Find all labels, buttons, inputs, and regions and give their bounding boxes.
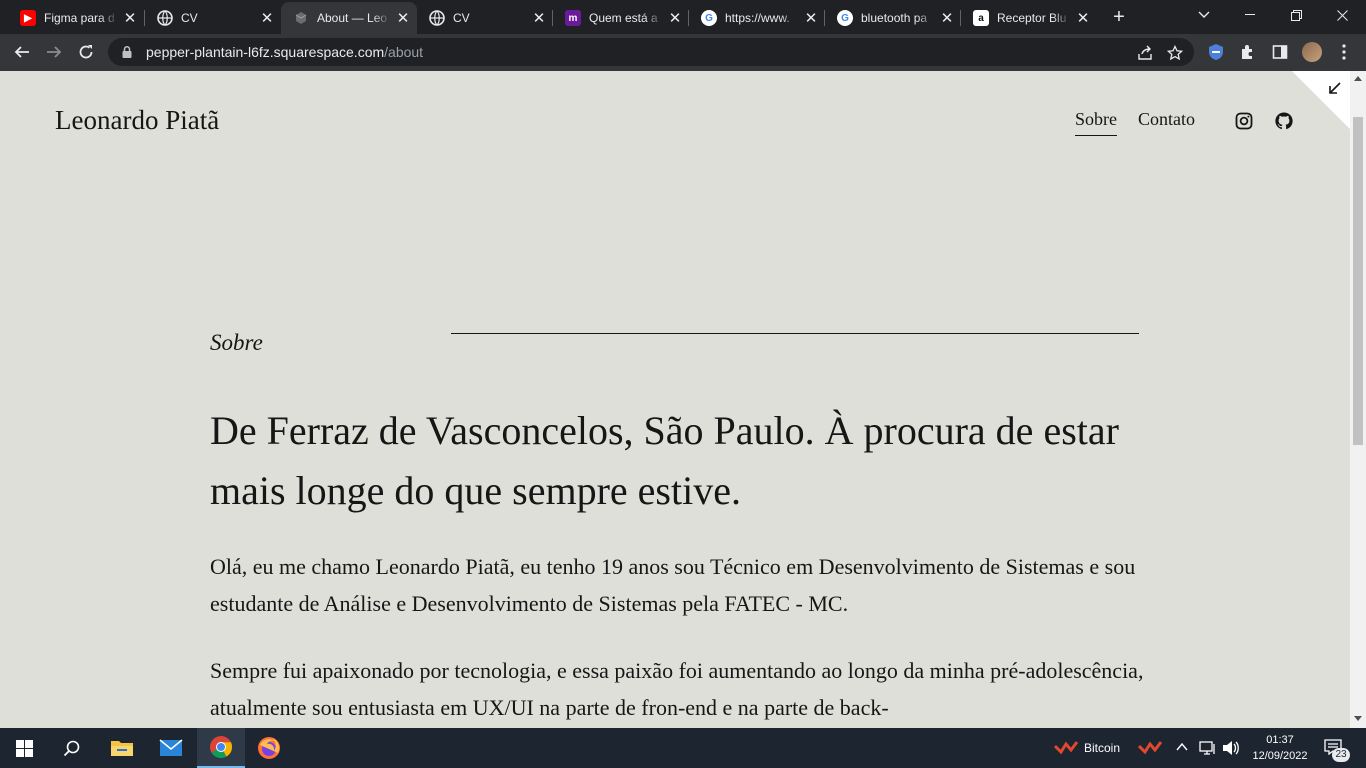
bitcoin-trend-icon[interactable] bbox=[1054, 740, 1078, 756]
medium-m-icon: m bbox=[565, 10, 581, 26]
tab-close-icon[interactable]: ✕ bbox=[1075, 10, 1091, 27]
tab-close-icon[interactable]: ✕ bbox=[122, 10, 138, 27]
mail-icon[interactable] bbox=[147, 728, 195, 768]
scrollbar-thumb[interactable] bbox=[1353, 117, 1363, 445]
tab-title: CV bbox=[453, 11, 470, 25]
page-headline: De Ferraz de Vasconcelos, São Paulo. À p… bbox=[210, 408, 1119, 513]
tab-figma[interactable]: ▶ Figma para d ✕ bbox=[8, 4, 144, 32]
tab-cv-2[interactable]: CV ✕ bbox=[417, 4, 553, 32]
amazon-icon: a bbox=[973, 10, 989, 26]
squarespace-icon bbox=[293, 10, 309, 26]
tab-title: Receptor Blu bbox=[997, 11, 1067, 25]
firefox-icon[interactable] bbox=[245, 728, 293, 768]
tab-cv-1[interactable]: CV ✕ bbox=[145, 4, 281, 32]
scroll-down-arrow-icon[interactable] bbox=[1354, 716, 1362, 721]
page-corner-fold bbox=[1292, 71, 1350, 129]
address-bar[interactable]: pepper-plantain-l6fz.squarespace.com/abo… bbox=[108, 38, 1194, 66]
avatar bbox=[1302, 42, 1322, 62]
tray-chevron-up-icon[interactable] bbox=[1176, 742, 1188, 752]
page-scrollbar[interactable] bbox=[1350, 71, 1366, 728]
profile-avatar[interactable] bbox=[1302, 42, 1322, 62]
tab-close-icon[interactable]: ✕ bbox=[939, 10, 955, 27]
tab-title: https://www. bbox=[725, 11, 790, 25]
browser-toolbar: pepper-plantain-l6fz.squarespace.com/abo… bbox=[0, 34, 1366, 71]
github-icon[interactable] bbox=[1274, 111, 1294, 131]
youtube-icon: ▶ bbox=[20, 10, 36, 26]
volume-icon[interactable] bbox=[1222, 740, 1240, 756]
tab-amazon[interactable]: a Receptor Blu ✕ bbox=[961, 4, 1097, 32]
google-icon: G bbox=[837, 10, 853, 26]
taskbar-clock[interactable]: 01:37 12/09/2022 bbox=[1246, 732, 1314, 764]
tray-bitcoin-label[interactable]: Bitcoin bbox=[1084, 741, 1120, 755]
scroll-up-arrow-icon[interactable] bbox=[1354, 76, 1362, 81]
tab-medium[interactable]: m Quem está a ✕ bbox=[553, 4, 689, 32]
tab-close-icon[interactable]: ✕ bbox=[531, 10, 547, 27]
tab-google-bluetooth[interactable]: G bluetooth pa ✕ bbox=[825, 4, 961, 32]
nav-sobre[interactable]: Sobre bbox=[1075, 109, 1117, 136]
google-icon: G bbox=[701, 10, 717, 26]
clock-date: 12/09/2022 bbox=[1252, 750, 1308, 762]
tab-close-icon[interactable]: ✕ bbox=[667, 10, 683, 27]
restore-icon[interactable] bbox=[1273, 0, 1319, 30]
share-icon[interactable] bbox=[1136, 44, 1154, 62]
tab-title: Figma para d bbox=[44, 11, 115, 25]
tab-google-url[interactable]: G https://www. ✕ bbox=[689, 4, 825, 32]
site-brand-title[interactable]: Leonardo Piatã bbox=[55, 105, 219, 136]
lock-icon[interactable] bbox=[120, 45, 134, 59]
menu-kebab-icon[interactable] bbox=[1334, 42, 1354, 62]
extensions-puzzle-icon[interactable] bbox=[1238, 42, 1258, 62]
forward-arrow-icon[interactable] bbox=[40, 38, 68, 66]
stocks-trend-icon[interactable] bbox=[1138, 740, 1162, 756]
collapse-arrow-icon[interactable] bbox=[1328, 81, 1342, 95]
tab-title: Quem está a bbox=[589, 11, 658, 25]
tab-title: CV bbox=[181, 11, 198, 25]
side-panel-icon[interactable] bbox=[1270, 42, 1290, 62]
chrome-taskbar-icon[interactable] bbox=[197, 728, 245, 768]
tab-close-icon[interactable]: ✕ bbox=[803, 10, 819, 27]
tab-title: About — Leo bbox=[317, 11, 388, 25]
back-arrow-icon[interactable] bbox=[8, 38, 36, 66]
tab-close-icon[interactable]: ✕ bbox=[395, 10, 411, 27]
tab-title: bluetooth pa bbox=[861, 11, 928, 25]
notification-count-badge: 23 bbox=[1332, 748, 1350, 762]
windows-taskbar: Bitcoin 01:37 12/09/2022 23 bbox=[0, 728, 1366, 768]
globe-icon bbox=[429, 10, 445, 26]
windows-start-icon[interactable] bbox=[0, 728, 48, 768]
nav-contato[interactable]: Contato bbox=[1138, 109, 1195, 130]
tab-close-icon[interactable]: ✕ bbox=[259, 10, 275, 27]
intro-paragraph: Olá, eu me chamo Leonardo Piatã, eu tenh… bbox=[210, 554, 1136, 616]
globe-icon bbox=[157, 10, 173, 26]
tab-search-chevron-icon[interactable] bbox=[1181, 0, 1227, 30]
clock-time: 01:37 bbox=[1266, 734, 1294, 746]
new-tab-plus-icon[interactable]: + bbox=[1108, 6, 1130, 28]
tab-about-active[interactable]: About — Leo ✕ bbox=[281, 2, 417, 34]
url-host: pepper-plantain-l6fz.squarespace.com bbox=[146, 44, 385, 60]
url-path: /about bbox=[384, 44, 424, 60]
minimize-icon[interactable] bbox=[1227, 0, 1273, 30]
section-label: Sobre bbox=[210, 330, 263, 355]
search-icon[interactable] bbox=[48, 728, 96, 768]
web-page: Leonardo Piatã Sobre Contato Sobre De Fe… bbox=[0, 71, 1350, 728]
file-explorer-icon[interactable] bbox=[98, 728, 146, 768]
section-divider bbox=[451, 333, 1139, 334]
extension-shield-icon[interactable] bbox=[1206, 42, 1226, 62]
passion-paragraph: Sempre fui apaixonado por tecnologia, e … bbox=[210, 658, 1144, 720]
browser-tab-strip: ▶ Figma para d ✕ CV ✕ About — Leo ✕ CV ✕… bbox=[0, 0, 1366, 34]
instagram-icon[interactable] bbox=[1234, 111, 1254, 131]
bookmark-star-icon[interactable] bbox=[1166, 44, 1184, 62]
close-window-icon[interactable] bbox=[1319, 0, 1365, 30]
reload-icon[interactable] bbox=[72, 38, 100, 66]
network-icon[interactable] bbox=[1199, 740, 1217, 756]
url-text: pepper-plantain-l6fz.squarespace.com/abo… bbox=[146, 44, 423, 60]
